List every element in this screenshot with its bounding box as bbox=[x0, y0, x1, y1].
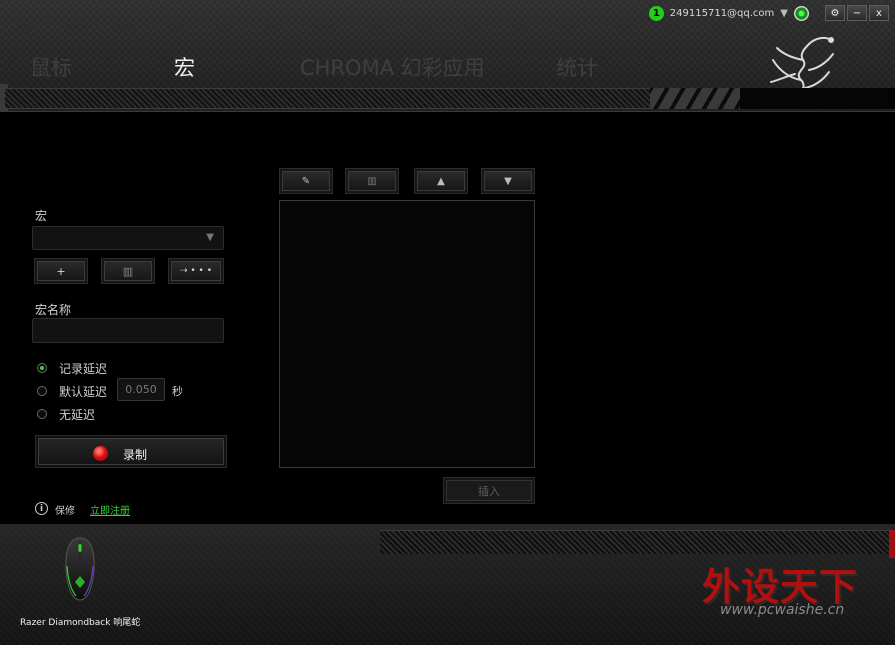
move-up-button[interactable]: ▲ bbox=[414, 168, 468, 194]
tab-mouse[interactable]: 鼠标 bbox=[30, 52, 72, 82]
radio-no-delay[interactable] bbox=[37, 409, 47, 419]
macro-name-label: 宏名称 bbox=[35, 303, 72, 317]
footer-red-accent bbox=[889, 530, 895, 558]
device-mouse-image[interactable] bbox=[60, 536, 100, 602]
arrow-down-icon: ▼ bbox=[504, 175, 512, 187]
account-bar: 1 249115711@qq.com ▼ ⚙ − x bbox=[648, 4, 889, 22]
account-dropdown-icon[interactable]: ▼ bbox=[780, 8, 788, 19]
trash-icon: ▥ bbox=[367, 175, 377, 187]
settings-button[interactable]: ⚙ bbox=[825, 5, 845, 21]
radio-record-delay[interactable] bbox=[37, 363, 47, 373]
online-status-icon[interactable] bbox=[794, 5, 809, 21]
insert-label: 插入 bbox=[478, 484, 500, 498]
register-link[interactable]: 立即注册 bbox=[90, 502, 130, 517]
delete-macro-button[interactable]: ▥ bbox=[101, 258, 155, 284]
minimize-button[interactable]: − bbox=[847, 5, 867, 21]
warranty-label: 保修 bbox=[55, 506, 75, 517]
footer-stripe-band bbox=[380, 530, 895, 554]
window-controls: ⚙ − x bbox=[825, 5, 889, 21]
insert-button[interactable]: 插入 bbox=[443, 477, 535, 504]
header-band-chevrons bbox=[650, 88, 750, 109]
more-options-button[interactable]: ⇢ • • • bbox=[168, 258, 224, 284]
radio-record-delay-label: 记录延迟 bbox=[59, 362, 108, 376]
radio-no-delay-label: 无延迟 bbox=[59, 408, 96, 422]
chevron-down-icon: ▼ bbox=[206, 232, 214, 243]
delete-step-button[interactable]: ▥ bbox=[345, 168, 399, 194]
header-band-end bbox=[740, 88, 895, 109]
radio-default-delay[interactable] bbox=[37, 386, 47, 396]
device-name: Razer Diamondback 响尾蛇 bbox=[20, 618, 141, 628]
tab-stats[interactable]: 统计 bbox=[556, 52, 598, 82]
info-icon[interactable]: i bbox=[35, 502, 48, 515]
account-email[interactable]: 249115711@qq.com bbox=[670, 8, 775, 19]
more-icon: ⇢ • • • bbox=[179, 266, 213, 276]
macro-label: 宏 bbox=[35, 209, 48, 223]
record-label: 录制 bbox=[123, 448, 148, 462]
add-macro-button[interactable]: + bbox=[34, 258, 88, 284]
plus-icon: + bbox=[56, 264, 66, 278]
tab-macro[interactable]: 宏 bbox=[174, 52, 195, 82]
record-icon bbox=[93, 446, 108, 461]
macro-select[interactable]: ▼ bbox=[32, 226, 224, 250]
notification-badge[interactable]: 1 bbox=[648, 5, 664, 21]
seconds-label: 秒 bbox=[172, 385, 183, 398]
arrow-up-icon: ▲ bbox=[437, 175, 445, 187]
record-button[interactable]: 录制 bbox=[35, 435, 227, 468]
app-header: 1 249115711@qq.com ▼ ⚙ − x 鼠标 宏 CHROMA 幻… bbox=[0, 0, 895, 112]
edit-step-button[interactable]: ✎ bbox=[279, 168, 333, 194]
trash-icon: ▥ bbox=[122, 264, 134, 278]
macro-steps-list[interactable] bbox=[279, 200, 535, 468]
close-button[interactable]: x bbox=[869, 5, 889, 21]
move-down-button[interactable]: ▼ bbox=[481, 168, 535, 194]
tab-chroma[interactable]: CHROMA 幻彩应用 bbox=[300, 52, 485, 82]
radio-default-delay-label: 默认延迟 bbox=[59, 385, 108, 399]
watermark: 外设天下 www.pcwaishe.cn bbox=[702, 556, 887, 622]
watermark-url: www.pcwaishe.cn bbox=[720, 602, 845, 618]
macro-name-input[interactable] bbox=[32, 318, 224, 343]
pencil-icon: ✎ bbox=[301, 175, 311, 187]
default-delay-input[interactable]: 0.050 bbox=[117, 378, 165, 401]
